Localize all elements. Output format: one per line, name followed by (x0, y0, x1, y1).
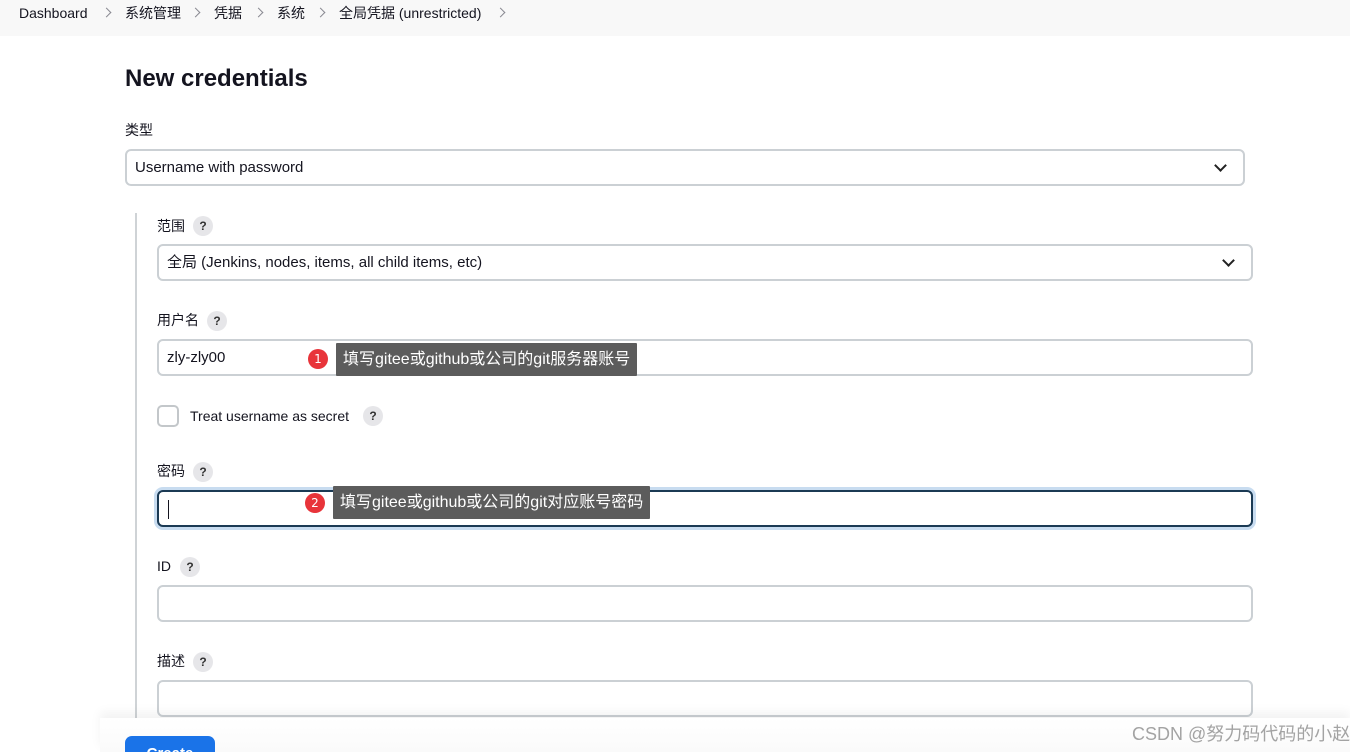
chevron-down-icon (1222, 254, 1235, 267)
password-label: 密码 (157, 463, 185, 479)
annotation-callout-1: 填写gitee或github或公司的git服务器账号 (336, 343, 638, 376)
scope-selected-value: 全局 (Jenkins, nodes, items, all child ite… (167, 254, 483, 271)
scope-select[interactable]: 全局 (Jenkins, nodes, items, all child ite… (157, 244, 1253, 281)
page-title: New credentials (125, 65, 308, 92)
chevron-right-icon[interactable] (496, 4, 506, 22)
breadcrumb-dashboard[interactable]: Dashboard (19, 4, 88, 22)
username-secret-help-icon[interactable]: ? (363, 406, 383, 426)
annotation-badge-1: 1 (308, 349, 328, 369)
scope-help-icon[interactable]: ? (193, 216, 213, 236)
breadcrumb-global-credentials[interactable]: 全局凭据 (unrestricted) (339, 4, 481, 22)
chevron-right-icon (316, 4, 326, 22)
annotation-badge-2: 2 (305, 493, 325, 513)
nested-section-divider (135, 213, 137, 718)
breadcrumb-credentials[interactable]: 凭据 (214, 4, 242, 22)
username-secret-checkbox[interactable] (157, 405, 179, 427)
description-input[interactable] (157, 680, 1253, 717)
id-input[interactable] (157, 585, 1253, 622)
description-help-icon[interactable]: ? (193, 652, 213, 672)
id-help-icon[interactable]: ? (180, 557, 200, 577)
description-label: 描述 (157, 653, 185, 669)
username-label: 用户名 (157, 312, 199, 328)
id-label: ID (157, 558, 171, 574)
chevron-right-icon (191, 4, 201, 22)
username-value: zly-zly00 (167, 349, 226, 366)
breadcrumb-manage-jenkins[interactable]: 系统管理 (125, 4, 181, 22)
kind-selected-value: Username with password (135, 159, 304, 176)
create-button[interactable]: Create (125, 736, 215, 752)
username-help-icon[interactable]: ? (207, 311, 227, 331)
breadcrumb-system[interactable]: 系统 (277, 4, 305, 22)
chevron-down-icon (1214, 159, 1227, 172)
text-cursor (168, 500, 169, 519)
breadcrumb: Dashboard 系统管理 凭据 系统 全局凭据 (unrestricted) (0, 0, 1350, 36)
watermark: CSDN @努力码代码的小赵 (1132, 724, 1350, 744)
password-help-icon[interactable]: ? (193, 462, 213, 482)
username-secret-label[interactable]: Treat username as secret (190, 407, 349, 425)
chevron-right-icon (102, 4, 112, 22)
kind-label: 类型 (125, 122, 153, 138)
annotation-callout-2: 填写gitee或github或公司的git对应账号密码 (333, 486, 651, 519)
kind-select[interactable]: Username with password (125, 149, 1245, 186)
chevron-right-icon (254, 4, 264, 22)
scope-label: 范围 (157, 218, 185, 234)
